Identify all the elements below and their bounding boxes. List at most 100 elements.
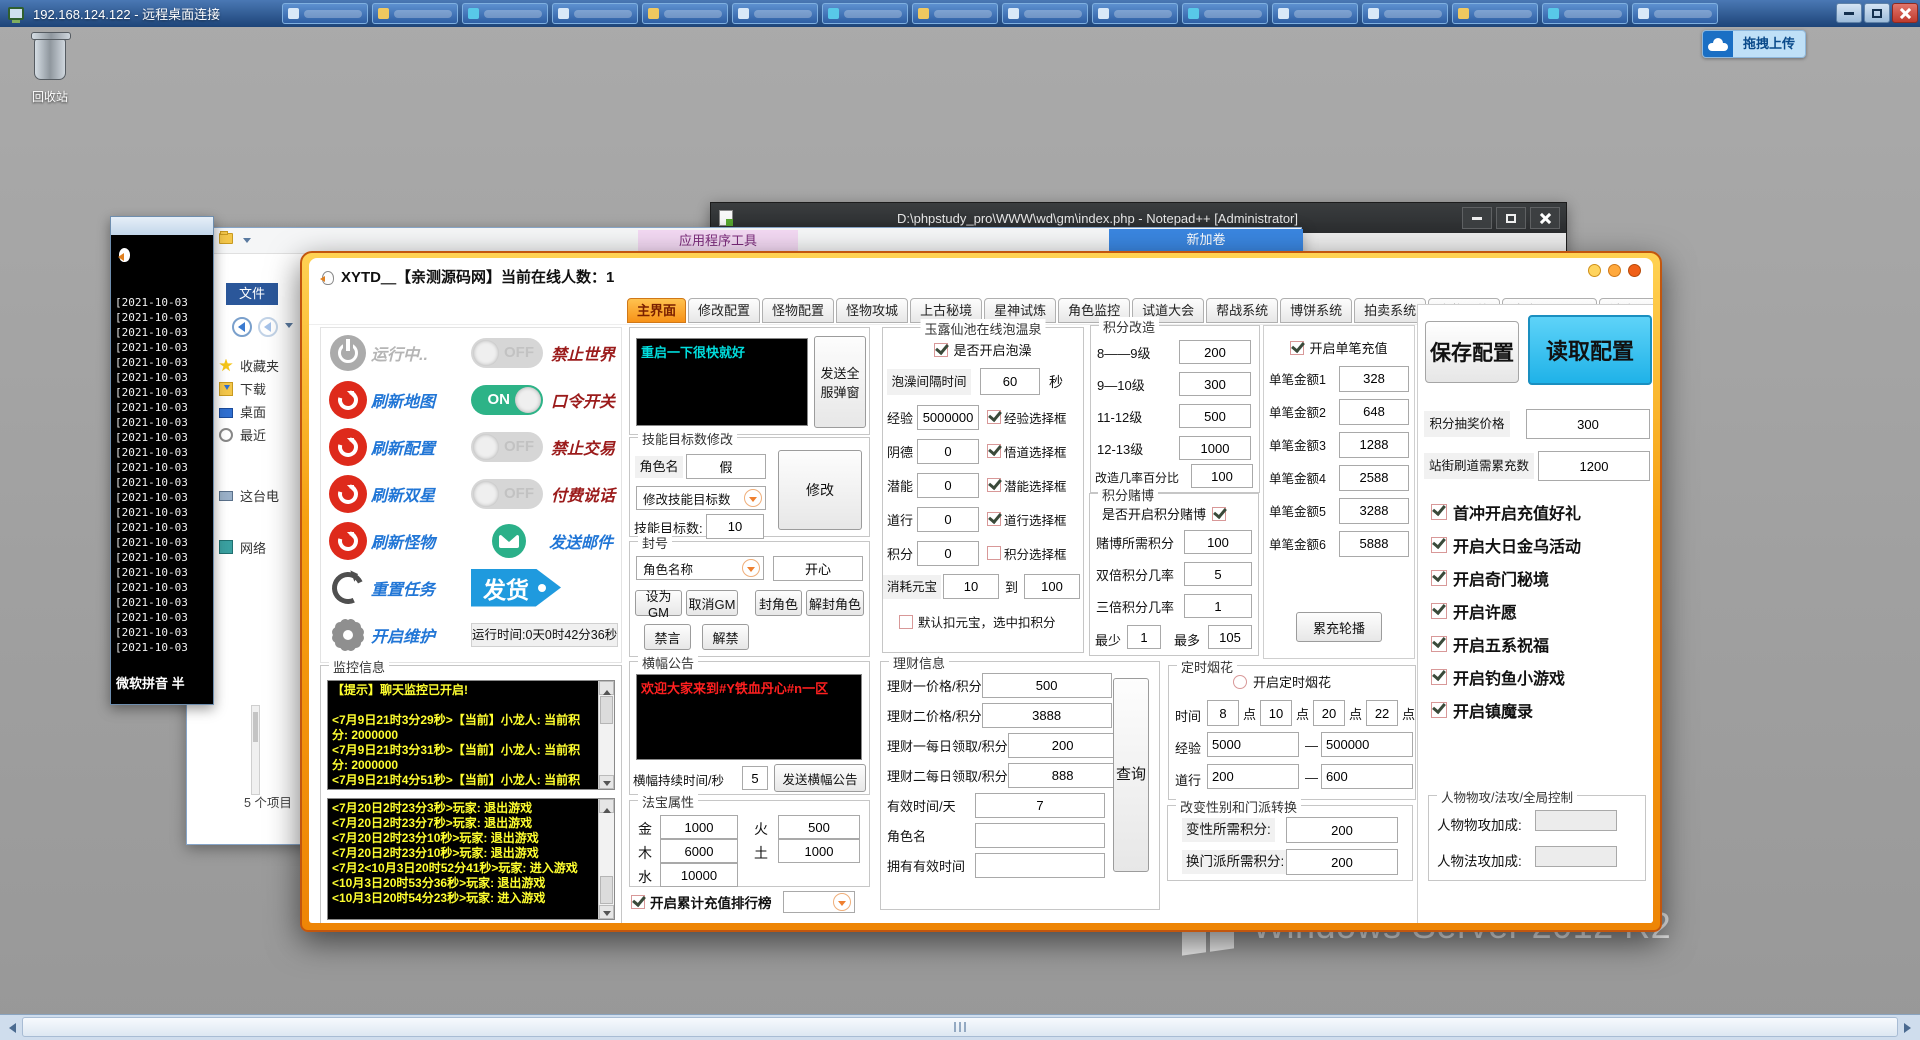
gamble-max-input[interactable]: [1208, 625, 1252, 649]
gamble-min-input[interactable]: [1127, 625, 1161, 649]
query-button[interactable]: 查询: [1113, 678, 1149, 872]
mail-icon[interactable]: [492, 524, 526, 558]
matk-bonus-input[interactable]: [1535, 846, 1617, 867]
load-config-button[interactable]: 读取配置: [1528, 315, 1652, 385]
dao-max-input[interactable]: [1321, 764, 1413, 789]
bath-row-input[interactable]: [917, 439, 979, 464]
bath-row-checkbox[interactable]: [987, 512, 1001, 526]
rdp-minimize-button[interactable]: [1836, 3, 1862, 23]
feature-checkbox[interactable]: [1431, 504, 1447, 520]
taskbar-window-button[interactable]: [912, 3, 998, 24]
rank-select[interactable]: [783, 891, 855, 913]
single-amount-input[interactable]: [1339, 366, 1409, 392]
forward-button[interactable]: [258, 317, 278, 337]
gamble-enable-checkbox[interactable]: [1212, 507, 1226, 521]
banner-duration-input[interactable]: [742, 766, 768, 790]
gamble-row-input[interactable]: [1184, 530, 1252, 554]
rdp-close-button[interactable]: [1892, 3, 1918, 23]
save-config-button[interactable]: 保存配置: [1425, 321, 1519, 383]
finance-row-input[interactable]: [1008, 763, 1118, 788]
popup-text-box[interactable]: 重启一下很快就好: [636, 338, 808, 426]
explorer-context-tab[interactable]: 应用程序工具: [638, 230, 798, 251]
taskbar-window-button[interactable]: [1362, 3, 1448, 24]
feature-checkbox[interactable]: [1431, 702, 1447, 718]
back-button[interactable]: [232, 317, 252, 337]
ship-goods-button[interactable]: 发货: [471, 569, 561, 607]
taskbar-window-button[interactable]: [462, 3, 548, 24]
upgrade-row-input[interactable]: [1179, 340, 1251, 364]
fireworks-hour-input[interactable]: [1260, 700, 1292, 726]
water-input[interactable]: [660, 863, 738, 887]
refresh-map-button[interactable]: 刷新地图: [371, 388, 471, 412]
maintenance-button[interactable]: 开启维护: [371, 623, 471, 647]
unban-role-button[interactable]: 解封角色: [806, 590, 864, 616]
scroll-right-arrow[interactable]: [1900, 1015, 1920, 1040]
drag-upload-button[interactable]: 拖拽上传: [1702, 30, 1806, 58]
gm-tab[interactable]: 修改配置: [688, 298, 760, 323]
finance-row-input[interactable]: [975, 853, 1105, 878]
modify-button[interactable]: 修改: [778, 450, 862, 530]
bath-enable-checkbox[interactable]: [934, 343, 948, 357]
exp-max-input[interactable]: [1321, 732, 1413, 757]
send-banner-button[interactable]: 发送横幅公告: [774, 764, 866, 792]
send-mail-button[interactable]: 发送邮件: [549, 529, 613, 553]
upgrade-rate-input[interactable]: [1191, 464, 1253, 488]
recycle-bin-icon[interactable]: [34, 38, 66, 80]
unset-gm-button[interactable]: 取消GM: [686, 590, 738, 616]
finance-row-input[interactable]: [975, 823, 1105, 848]
gold-input[interactable]: [660, 815, 738, 839]
bath-row-checkbox[interactable]: [987, 444, 1001, 458]
refresh-icon[interactable]: [329, 428, 367, 466]
chevron-down-icon[interactable]: [285, 323, 293, 332]
rdp-restore-button[interactable]: [1864, 3, 1890, 23]
taskbar-window-button[interactable]: [1632, 3, 1718, 24]
fire-input[interactable]: [778, 815, 860, 839]
finance-row-input[interactable]: [982, 703, 1112, 728]
refresh-icon[interactable]: [329, 522, 367, 560]
reset-task-button[interactable]: 重置任务: [371, 576, 471, 600]
taskbar-window-button[interactable]: [372, 3, 458, 24]
bath-row-checkbox[interactable]: [987, 546, 1001, 560]
rotate-recharge-button[interactable]: 累充轮播: [1296, 612, 1382, 642]
chevron-down-icon[interactable]: [243, 238, 251, 247]
ban-role-input[interactable]: [773, 556, 863, 581]
wood-input[interactable]: [660, 839, 738, 863]
set-gm-button[interactable]: 设为GM: [635, 590, 682, 616]
refresh-icon[interactable]: [329, 475, 367, 513]
single-amount-input[interactable]: [1339, 531, 1409, 557]
bath-row-checkbox[interactable]: [987, 410, 1001, 424]
exp-min-input[interactable]: [1207, 732, 1299, 757]
scroll-left-arrow[interactable]: [0, 1015, 20, 1040]
atk-bonus-input[interactable]: [1535, 810, 1617, 831]
refresh-monster-button[interactable]: 刷新怪物: [371, 529, 471, 553]
gender-change-input[interactable]: [1286, 817, 1398, 843]
ban-role-button[interactable]: 封角色: [755, 590, 802, 616]
cost-max-input[interactable]: [1024, 574, 1080, 599]
gm-tab[interactable]: 博饼系统: [1280, 298, 1352, 323]
gm-tab[interactable]: 帮战系统: [1206, 298, 1278, 323]
ban-role-select[interactable]: 角色名称: [636, 556, 764, 580]
folder-icon[interactable]: [219, 233, 233, 244]
skill-target-input[interactable]: [706, 514, 764, 539]
gm-maximize-button[interactable]: [1608, 264, 1621, 277]
notepad-close-button[interactable]: [1530, 207, 1560, 229]
bath-row-checkbox[interactable]: [987, 478, 1001, 492]
paid-chat-toggle[interactable]: OFF: [471, 479, 543, 509]
gm-minimize-button[interactable]: [1588, 264, 1601, 277]
upgrade-row-input[interactable]: [1179, 372, 1251, 396]
fireworks-hour-input[interactable]: [1207, 700, 1239, 726]
trade-ban-toggle[interactable]: OFF: [471, 432, 543, 462]
fireworks-enable-radio[interactable]: [1233, 675, 1247, 689]
lottery-price-input[interactable]: [1526, 409, 1650, 439]
gamble-row-input[interactable]: [1184, 594, 1252, 618]
gear-icon[interactable]: [330, 617, 366, 653]
earth-input[interactable]: [778, 839, 860, 863]
upgrade-row-input[interactable]: [1179, 436, 1251, 460]
gm-tab[interactable]: 怪物配置: [762, 298, 834, 323]
taskbar-window-button[interactable]: [1002, 3, 1088, 24]
finance-row-input[interactable]: [1008, 733, 1118, 758]
taskbar-window-button[interactable]: [1542, 3, 1628, 24]
notepad-maximize-button[interactable]: [1496, 207, 1526, 229]
horizontal-scrollbar[interactable]: [0, 1014, 1920, 1040]
feature-checkbox[interactable]: [1431, 537, 1447, 553]
